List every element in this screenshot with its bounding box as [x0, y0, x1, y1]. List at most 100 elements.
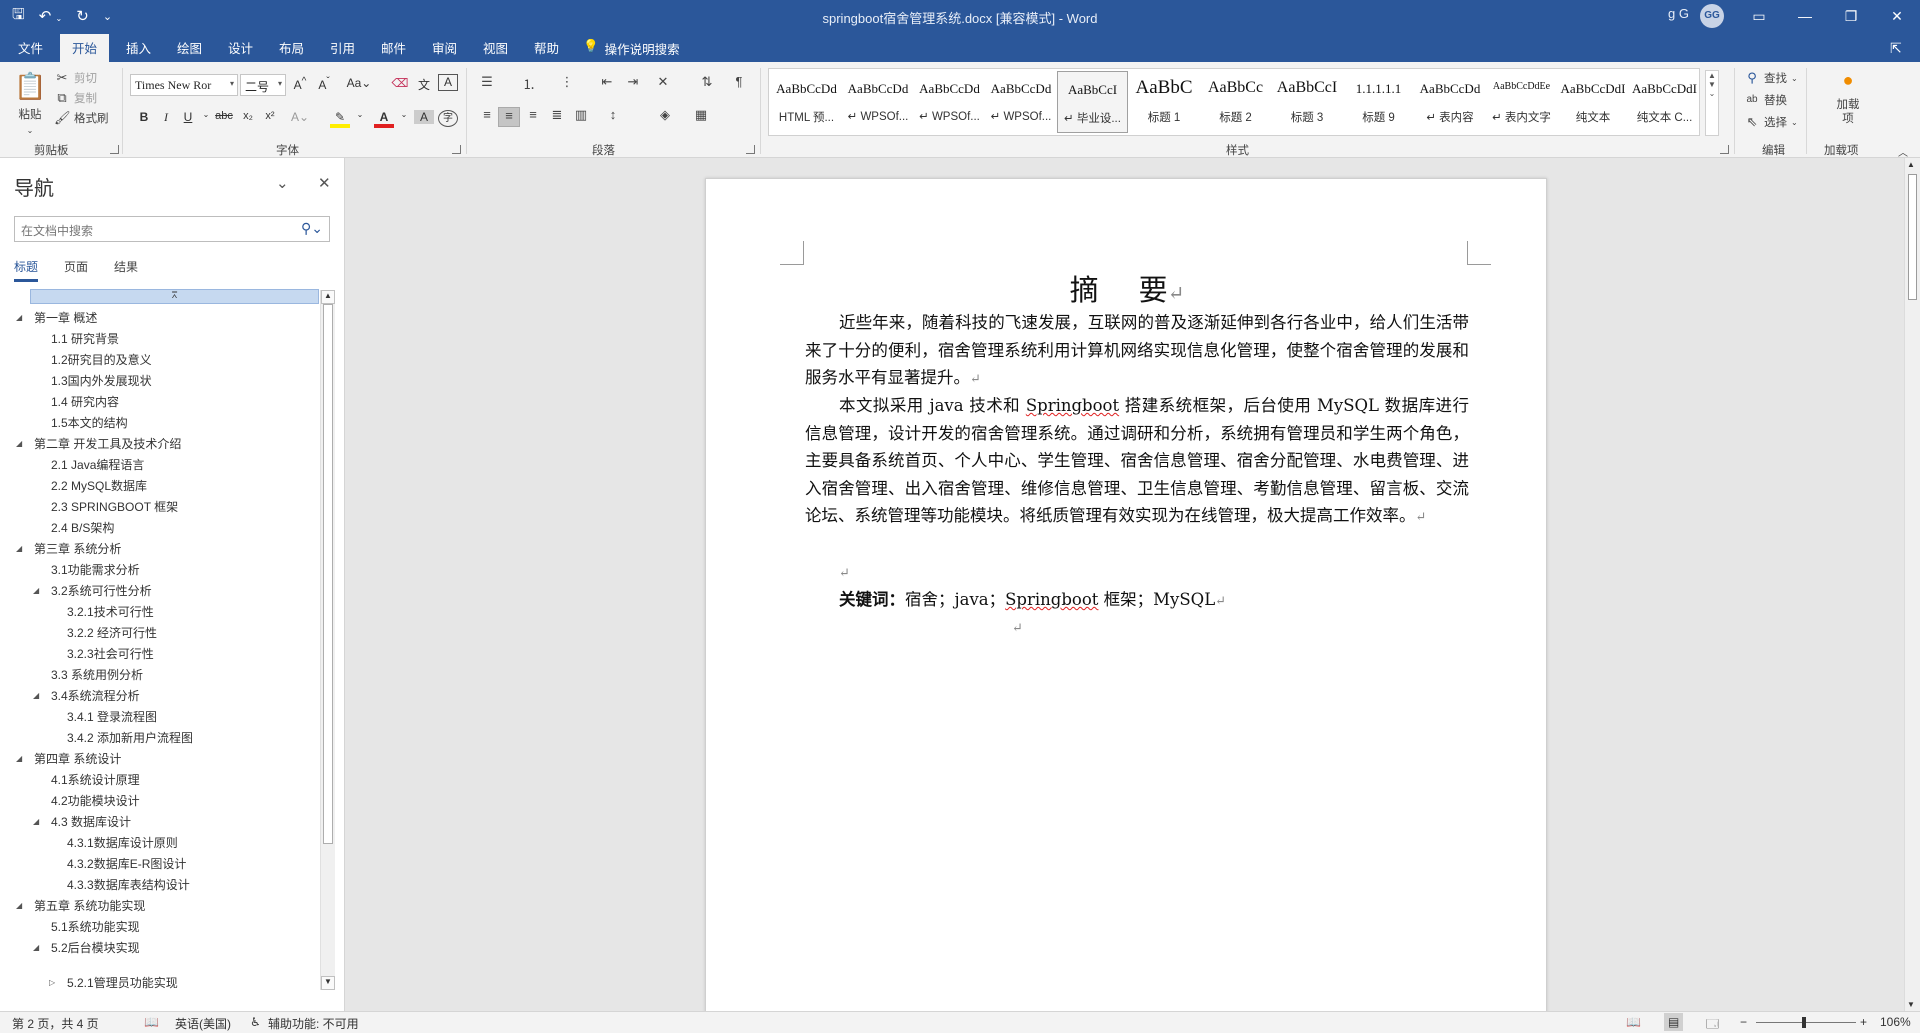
nav-heading-item[interactable]: 2.4 B/S架构	[51, 518, 114, 538]
nav-heading-item[interactable]: ◢ 第四章 系统设计	[16, 749, 121, 769]
collapse-icon[interactable]: ◢	[33, 686, 39, 706]
collapse-icon[interactable]: ◢	[16, 896, 22, 916]
user-name[interactable]: g G	[1668, 6, 1689, 21]
paste-button[interactable]: 📋 粘贴 ⌄	[14, 70, 46, 135]
collapse-icon[interactable]: ◢	[16, 539, 22, 559]
nav-heading-item[interactable]: 5.1系统功能实现	[51, 917, 140, 937]
nav-heading-item[interactable]: ◢ 3.2系统可行性分析	[33, 581, 152, 601]
save-icon[interactable]: 🖫	[12, 4, 25, 29]
nav-heading-item[interactable]: 3.1功能需求分析	[51, 560, 140, 580]
empty-paragraph[interactable]: ↵	[805, 558, 1469, 588]
nav-heading-item[interactable]: 4.3.1数据库设计原则	[67, 833, 178, 853]
collapse-icon[interactable]: ◢	[16, 749, 22, 769]
nav-scrollbar[interactable]: ▲ ▼	[320, 290, 335, 990]
abstract-paragraph-2[interactable]: 本文拟采用 java 技术和 Springboot 搭建系统框架，后台使用 My…	[805, 392, 1469, 532]
line-spacing-icon[interactable]: ↕	[602, 107, 624, 127]
bullets-icon[interactable]: ☰	[476, 74, 498, 94]
tell-me-search[interactable]: 💡 操作说明搜索	[583, 39, 680, 58]
grow-font-icon[interactable]: A^	[290, 76, 310, 92]
bold-button[interactable]: B	[134, 110, 154, 124]
italic-button[interactable]: I	[156, 110, 176, 125]
increase-indent-icon[interactable]: ⇥	[622, 74, 644, 94]
nav-heading-item[interactable]: 4.3.3数据库表结构设计	[67, 875, 190, 895]
avatar[interactable]: GG	[1700, 4, 1724, 28]
nav-heading-item[interactable]: 3.2.3社会可行性	[67, 644, 154, 664]
font-name-select[interactable]: Times New Ror ▾	[130, 74, 238, 96]
page-count[interactable]: 第 2 页，共 4 页	[12, 1015, 99, 1032]
chevron-down-icon[interactable]: ⌄	[394, 110, 414, 119]
nav-heading-item[interactable]: ◢ 第五章 系统功能实现	[16, 896, 145, 916]
print-layout-icon[interactable]: ▤	[1664, 1013, 1684, 1031]
style-item[interactable]: AaBbCcDd HTML 预...	[771, 71, 842, 133]
phonetic-guide-icon[interactable]: 文	[414, 76, 434, 93]
keywords-paragraph[interactable]: 关键词：宿舍；java；Springboot 框架；MySQL↵	[805, 586, 1469, 616]
read-mode-icon[interactable]: 📖	[1626, 1015, 1641, 1029]
collapse-all-button[interactable]: ⩞	[30, 289, 319, 304]
select-button[interactable]: ⇖ 选择 ⌄	[1744, 114, 1798, 130]
nav-heading-item[interactable]: 3.2.1技术可行性	[67, 602, 154, 622]
collapse-icon[interactable]: ◢	[33, 581, 39, 601]
highlight-icon[interactable]: ✎	[330, 110, 350, 128]
tab-review[interactable]: 审阅	[430, 38, 459, 57]
abstract-heading[interactable]: 摘 要↵	[706, 267, 1548, 309]
nav-heading-item[interactable]: 2.2 MySQL数据库	[51, 476, 147, 496]
nav-heading-item[interactable]: 1.2研究目的及意义	[51, 350, 152, 370]
style-item[interactable]: AaBbCc 标题 2	[1200, 71, 1271, 133]
collapse-ribbon-icon[interactable]: ︿	[1898, 144, 1908, 159]
font-color-icon[interactable]: A	[374, 110, 394, 128]
numbering-icon[interactable]: ⒈	[518, 74, 540, 94]
nav-heading-item[interactable]: ◢ 3.4系统流程分析	[33, 686, 140, 706]
nav-heading-item[interactable]: 1.3国内外发展现状	[51, 371, 152, 391]
search-input[interactable]: 在文档中搜索 ⚲⌄	[14, 216, 330, 242]
tab-layout[interactable]: 布局	[277, 38, 306, 57]
scroll-down-icon[interactable]: ▼	[321, 976, 335, 990]
tab-insert[interactable]: 插入	[124, 38, 153, 57]
style-item[interactable]: AaBbCcDdI 纯文本 C...	[1629, 71, 1700, 133]
nav-heading-item[interactable]: 1.5本文的结构	[51, 413, 128, 433]
close-icon[interactable]: ✕	[318, 174, 331, 192]
styles-launcher-icon[interactable]	[1720, 145, 1729, 154]
redo-icon[interactable]: ↻	[76, 7, 89, 25]
language-status[interactable]: 英语(美国)	[175, 1015, 231, 1032]
tab-view[interactable]: 视图	[481, 38, 510, 57]
tab-mailings[interactable]: 邮件	[379, 38, 408, 57]
nav-tab-results[interactable]: 结果	[114, 258, 138, 282]
minimize-button[interactable]: —	[1782, 0, 1828, 32]
justify-icon[interactable]: ≣	[546, 107, 568, 127]
proofing-icon[interactable]: 📖	[144, 1015, 159, 1029]
addins-button[interactable]: ● 加载项	[1818, 71, 1878, 126]
zoom-slider[interactable]	[1756, 1022, 1856, 1023]
document-scrollbar[interactable]: ▲ ▼	[1904, 158, 1920, 1011]
search-icon[interactable]: ⚲⌄	[301, 220, 323, 237]
scroll-up-icon[interactable]: ▲	[321, 290, 335, 304]
zoom-out-icon[interactable]: −	[1740, 1015, 1747, 1029]
scroll-thumb[interactable]	[323, 304, 333, 844]
expand-icon[interactable]: ▷	[49, 973, 55, 993]
strikethrough-button[interactable]: abc	[214, 110, 234, 122]
style-item[interactable]: AaBbC 标题 1	[1129, 71, 1200, 133]
nav-tab-pages[interactable]: 页面	[64, 258, 88, 282]
sort-icon[interactable]: ⇅	[696, 74, 718, 94]
chinese-layout-icon[interactable]: ✕	[652, 74, 674, 94]
format-painter-button[interactable]: 🖌 格式刷	[54, 110, 109, 126]
shading-icon[interactable]: ◈	[654, 107, 676, 127]
tab-design[interactable]: 设计	[226, 38, 255, 57]
collapse-icon[interactable]: ◢	[33, 812, 39, 832]
clear-formatting-icon[interactable]: ⌫	[390, 76, 410, 90]
abstract-paragraph-1[interactable]: 近些年来，随着科技的飞速发展，互联网的普及逐渐延伸到各行各业中，给人们生活带来了…	[805, 309, 1469, 394]
nav-heading-item[interactable]: 1.4 研究内容	[51, 392, 119, 412]
accessibility-icon[interactable]: ♿	[250, 1015, 261, 1029]
tab-draw[interactable]: 绘图	[175, 38, 204, 57]
scroll-up-icon[interactable]: ▲	[1907, 160, 1915, 169]
share-icon[interactable]: ⇱	[1890, 40, 1902, 57]
font-size-select[interactable]: 二号 ▾	[240, 74, 286, 96]
style-item[interactable]: AaBbCcDd ↵ 表内容	[1415, 71, 1486, 133]
empty-paragraph[interactable]: ↵	[1012, 613, 1052, 643]
zoom-slider-thumb[interactable]	[1802, 1017, 1806, 1028]
scroll-thumb[interactable]	[1908, 174, 1917, 300]
nav-heading-item[interactable]: 3.3 系统用例分析	[51, 665, 143, 685]
chevron-down-icon[interactable]: ⌄	[196, 110, 216, 119]
style-item[interactable]: AaBbCcDdEe ↵ 表内文字	[1486, 71, 1557, 133]
shrink-font-icon[interactable]: Aˇ	[314, 76, 334, 92]
multilevel-list-icon[interactable]: ⋮	[556, 74, 578, 94]
